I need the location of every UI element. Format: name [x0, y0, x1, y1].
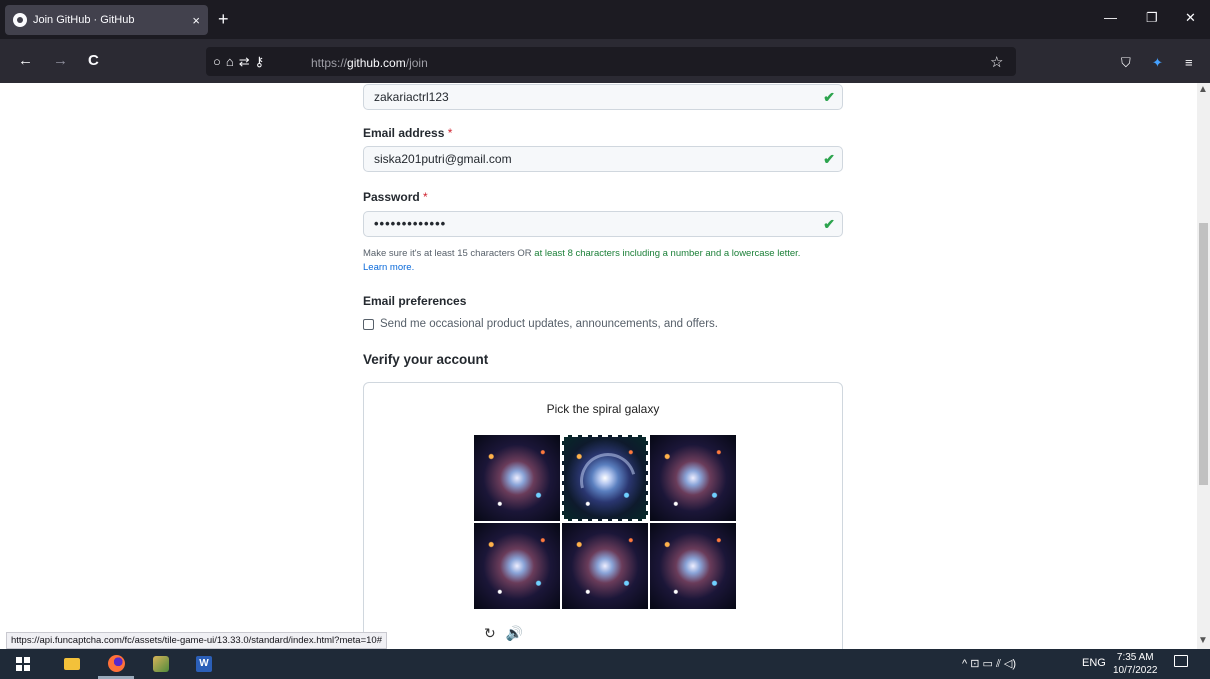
captcha-tile-grid [474, 435, 736, 609]
username-field[interactable]: zakariactrl123 ✔ [363, 84, 843, 110]
windows-start-icon[interactable] [16, 657, 30, 671]
back-button[interactable]: ← [18, 52, 33, 69]
password-field[interactable]: ••••••••••••• ✔ [363, 211, 843, 237]
password-label: Password * [363, 190, 428, 204]
email-preferences-label: Email preferences [363, 294, 467, 308]
menu-icon[interactable]: ≡ [1185, 55, 1193, 70]
permissions-icon[interactable]: ⇄ [239, 54, 255, 69]
taskbar-clock[interactable]: 7:35 AM 10/7/2022 [1113, 651, 1158, 677]
valid-check-icon: ✔ [823, 216, 835, 232]
scrollbar-thumb[interactable] [1199, 223, 1208, 485]
bookmark-star-icon[interactable]: ☆ [990, 53, 1003, 71]
captcha-tile-6[interactable] [650, 523, 736, 609]
captcha-tile-5[interactable] [562, 523, 648, 609]
pocket-icon[interactable]: ⛉ [1121, 55, 1131, 71]
shield-icon[interactable]: ○ [213, 54, 226, 69]
key-icon[interactable]: ⚷ [255, 54, 270, 69]
url-path: /join [405, 56, 428, 70]
restore-button[interactable]: ❐ [1146, 10, 1158, 26]
valid-check-icon: ✔ [823, 151, 835, 167]
tab-join-github[interactable]: Join GitHub · GitHub × [5, 5, 208, 35]
file-explorer-icon[interactable] [64, 658, 80, 670]
scroll-up-icon[interactable]: ▲ [1198, 84, 1208, 95]
url-scheme: https:// [311, 56, 348, 70]
clock-time: 7:35 AM [1116, 652, 1154, 663]
forward-button[interactable]: → [53, 52, 68, 69]
lock-icon[interactable]: ⌂ [226, 54, 239, 69]
page-scrollbar[interactable]: ▲ ▼ [1197, 83, 1210, 649]
learn-more-link[interactable]: Learn more. [363, 262, 414, 273]
system-tray-icons[interactable]: ^ ⊡ ▭ ⫽ ◁) [962, 657, 1016, 671]
notifications-icon[interactable] [1174, 655, 1188, 667]
email-preferences-checkbox[interactable] [363, 318, 374, 330]
email-preferences-checkbox-label[interactable]: Send me occasional product updates, anno… [380, 318, 718, 330]
word-icon[interactable]: W [196, 656, 212, 672]
valid-check-icon: ✔ [823, 89, 835, 105]
game-app-icon[interactable] [153, 656, 169, 672]
captcha-refresh-icon[interactable]: ↻ [484, 625, 506, 641]
hint-text: Make sure it's at least 15 characters OR [363, 248, 535, 259]
extension-icon[interactable]: ✦ [1152, 55, 1163, 71]
verify-account-heading: Verify your account [363, 352, 489, 367]
link-status-bar: https://api.funcaptcha.com/fc/assets/til… [6, 632, 387, 649]
language-indicator[interactable]: ENG [1082, 657, 1106, 669]
firefox-icon[interactable] [108, 655, 125, 672]
reload-button[interactable]: C [88, 52, 99, 69]
clock-date: 10/7/2022 [1113, 665, 1158, 676]
captcha-tile-1[interactable] [474, 435, 560, 521]
required-mark: * [447, 126, 453, 140]
close-window-button[interactable]: ✕ [1185, 10, 1196, 26]
email-preferences-checkbox-row[interactable]: Send me occasional product updates, anno… [363, 318, 718, 330]
close-tab-icon[interactable]: × [192, 13, 200, 28]
captcha-tile-3[interactable] [650, 435, 736, 521]
email-value: siska201putri@gmail.com [374, 152, 512, 166]
url-text[interactable]: https://github.com/join [311, 56, 428, 70]
minimize-button[interactable]: — [1104, 10, 1117, 25]
hint-requirement: at least 8 characters including a number… [534, 248, 801, 259]
email-field[interactable]: siska201putri@gmail.com ✔ [363, 146, 843, 172]
captcha-question: Pick the spiral galaxy [546, 402, 660, 416]
captcha-controls: ↻🔊 [484, 625, 533, 642]
password-label-text: Password [363, 190, 420, 204]
required-mark: * [423, 190, 428, 204]
captcha-audio-icon[interactable]: 🔊 [506, 625, 533, 641]
tab-title: Join GitHub · GitHub [33, 14, 135, 26]
site-info-icons[interactable]: ○⌂⇄⚷ [213, 54, 269, 70]
new-tab-button[interactable]: + [218, 9, 229, 30]
password-hint: Make sure it's at least 15 characters OR… [363, 247, 843, 275]
scroll-down-icon[interactable]: ▼ [1198, 635, 1208, 646]
github-icon [13, 13, 27, 27]
url-host: github.com [347, 56, 406, 70]
captcha-frame: Pick the spiral galaxy ↻🔊 [363, 382, 843, 672]
captcha-tile-4[interactable] [474, 523, 560, 609]
captcha-tile-2[interactable] [562, 435, 648, 521]
password-value: ••••••••••••• [374, 216, 447, 231]
windows-taskbar: W [0, 649, 1210, 679]
username-value: zakariactrl123 [374, 90, 449, 104]
email-label-text: Email address [363, 126, 445, 140]
email-label: Email address * [363, 126, 452, 140]
